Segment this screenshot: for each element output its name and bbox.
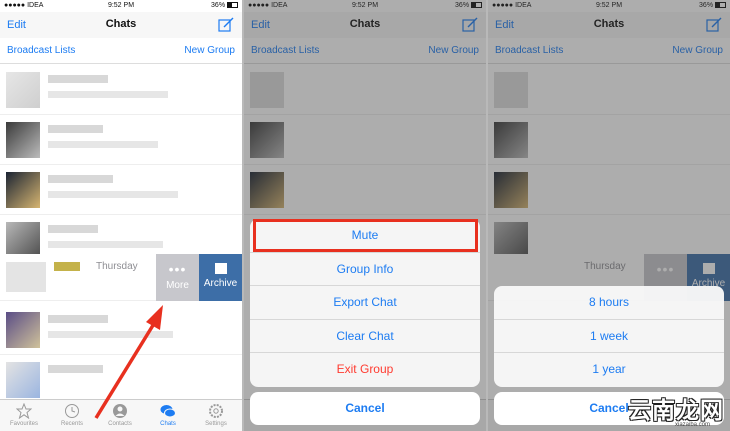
tab-label: Favourites (9, 421, 38, 427)
more-dots-icon: ••• (168, 261, 187, 277)
tab-recents[interactable]: Recents (48, 403, 96, 427)
nav-bar: Edit Chats (0, 12, 242, 38)
avatar (6, 222, 40, 258)
chat-row[interactable] (0, 355, 242, 405)
exit-group-option[interactable]: Exit Group (250, 353, 480, 387)
clock-label: 9:52 PM (107, 2, 135, 9)
chat-preview-redacted (48, 331, 173, 338)
archive-button[interactable]: Archive (199, 254, 242, 301)
group-info-option[interactable]: Group Info (250, 253, 480, 286)
broadcast-lists-link[interactable]: Broadcast Lists (7, 45, 75, 56)
chat-name-redacted (48, 175, 113, 183)
tab-label: Contacts (108, 421, 132, 427)
tab-settings[interactable]: Settings (192, 403, 240, 427)
tab-label: Recents (60, 421, 83, 427)
screen-chats-swipe: ●●●●● IDEA 9:52 PM 36% Edit Chats Broadc… (0, 0, 242, 431)
mute-8-hours-option[interactable]: 8 hours (494, 286, 724, 320)
cancel-button[interactable]: Cancel (250, 392, 480, 425)
swiped-chat-row[interactable]: Thursday ••• More Archive (0, 254, 242, 301)
tab-bar: Favourites Recents Contacts Chats Settin… (0, 399, 242, 431)
tab-label: Chats (160, 421, 176, 427)
export-chat-option[interactable]: Export Chat (250, 286, 480, 320)
chat-name-redacted (48, 225, 98, 233)
tab-chats[interactable]: Chats (144, 403, 192, 427)
avatar (6, 312, 40, 348)
chat-row[interactable] (0, 115, 242, 165)
clear-chat-option[interactable]: Clear Chat (250, 320, 480, 353)
chat-name-redacted (48, 365, 103, 373)
new-group-link[interactable]: New Group (184, 45, 235, 56)
chat-preview-redacted (48, 91, 168, 98)
chat-date: Thursday (96, 261, 138, 272)
chat-preview-redacted (48, 141, 158, 148)
mute-1-week-option[interactable]: 1 week (494, 320, 724, 353)
archive-box-icon (214, 263, 227, 274)
chat-row[interactable] (0, 65, 242, 115)
battery-icon (227, 2, 238, 9)
watermark-url: xiazaiba.com (674, 422, 710, 428)
page-title: Chats (105, 18, 137, 30)
chat-bubbles-icon (160, 405, 176, 418)
clock-icon (65, 404, 79, 418)
tab-label: Settings (205, 421, 227, 427)
chat-name-redacted (48, 125, 103, 133)
chat-preview-redacted (48, 241, 163, 248)
chat-name-redacted (54, 262, 80, 271)
watermark-logo: 云南龙网 (628, 397, 724, 423)
screen-mute-duration-sheet: ●●●●● IDEA 9:52 PM 36% Edit Chats Broadc… (488, 0, 730, 431)
archive-label: Archive (203, 278, 238, 289)
battery-indicator: 36% (211, 2, 238, 9)
compose-icon[interactable] (218, 17, 234, 32)
screen-more-action-sheet: ●●●●● IDEA 9:52 PM 36% Edit Chats Broadc… (244, 0, 486, 431)
star-icon (16, 403, 32, 419)
person-icon (113, 404, 127, 418)
sub-bar: Broadcast Lists New Group (0, 38, 242, 64)
chat-row[interactable] (0, 305, 242, 355)
status-bar: ●●●●● IDEA 9:52 PM 36% (0, 0, 242, 12)
tab-contacts[interactable]: Contacts (96, 403, 144, 427)
mute-highlight-annotation (253, 219, 478, 252)
chat-row[interactable] (0, 165, 242, 215)
tab-favourites[interactable]: Favourites (0, 403, 48, 427)
avatar (6, 122, 40, 158)
more-button[interactable]: ••• More (156, 254, 199, 301)
gear-icon (209, 404, 223, 418)
avatar (6, 262, 46, 292)
avatar (6, 72, 40, 108)
avatar (6, 172, 40, 208)
chat-name-redacted (48, 315, 108, 323)
chat-list (0, 65, 242, 399)
more-label: More (166, 280, 189, 291)
chat-preview-redacted (48, 191, 178, 198)
avatar (6, 362, 40, 398)
mute-1-year-option[interactable]: 1 year (494, 353, 724, 387)
chat-name-redacted (48, 75, 108, 83)
mute-duration-sheet: 8 hours 1 week 1 year (494, 286, 724, 387)
